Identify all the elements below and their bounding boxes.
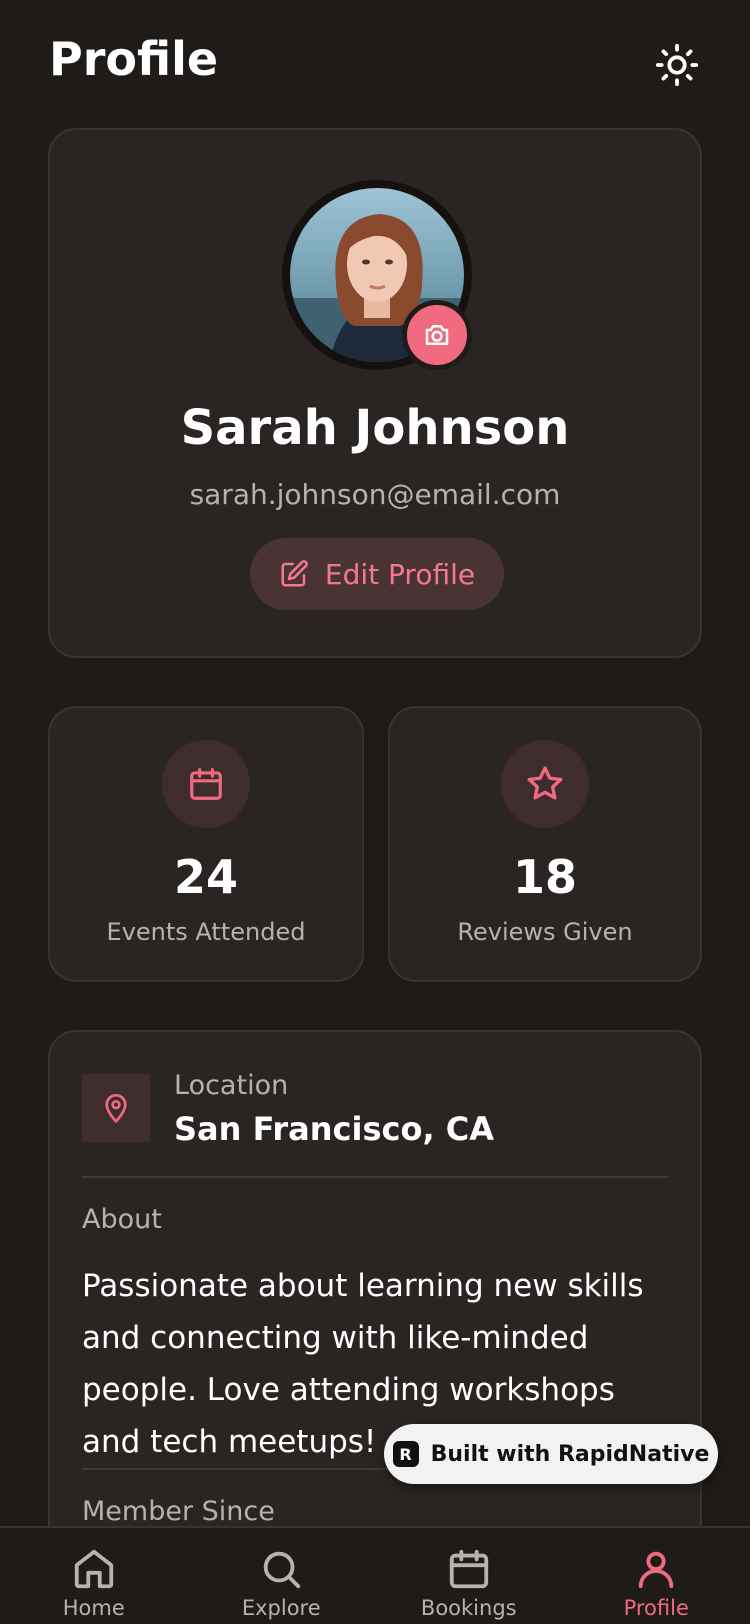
user-icon <box>639 1551 674 1589</box>
camera-icon <box>425 325 449 345</box>
nav-label: Profile <box>623 1596 689 1620</box>
nav-item-profile[interactable]: Profile <box>563 1528 750 1624</box>
badge-label: Built with RapidNative <box>430 1441 710 1467</box>
stat-label: Events Attended <box>106 918 306 946</box>
map-pin-icon <box>105 1094 127 1123</box>
divider <box>82 1176 668 1178</box>
edit-icon <box>281 560 308 587</box>
stat-value: 18 <box>512 850 577 904</box>
edit-profile-button[interactable]: Edit Profile <box>250 538 504 610</box>
calendar-icon <box>449 1549 488 1589</box>
change-photo-button[interactable] <box>402 300 472 370</box>
sun-icon <box>655 43 699 87</box>
profile-card: Sarah Johnson sarah.johnson@email.com Ed… <box>48 128 702 658</box>
nav-label: Explore <box>241 1596 321 1620</box>
rapidnative-logo-icon: R <box>392 1441 419 1467</box>
nav-label: Bookings <box>420 1596 517 1620</box>
location-label: Location <box>174 1070 289 1101</box>
stat-icon-wrap <box>501 740 589 828</box>
edit-profile-label: Edit Profile <box>324 557 476 591</box>
bottom-nav: Home Explore Bookings Profile <box>0 1526 750 1624</box>
page-title: Profile <box>49 32 219 86</box>
nav-label: Home <box>62 1596 125 1620</box>
stat-card-events: 24 Events Attended <box>48 706 364 982</box>
nav-item-explore[interactable]: Explore <box>188 1528 376 1624</box>
rapidnative-badge[interactable]: R Built with RapidNative <box>384 1424 718 1484</box>
nav-item-home[interactable]: Home <box>0 1528 188 1624</box>
user-email: sarah.johnson@email.com <box>189 478 561 511</box>
location-icon-wrap <box>82 1074 150 1142</box>
theme-toggle-button[interactable] <box>652 40 702 90</box>
calendar-icon <box>190 768 222 800</box>
stat-label: Reviews Given <box>457 918 633 946</box>
member-since-label: Member Since <box>82 1496 275 1527</box>
nav-item-bookings[interactable]: Bookings <box>375 1528 563 1624</box>
search-icon <box>264 1551 301 1589</box>
stat-card-reviews: 18 Reviews Given <box>388 706 702 982</box>
stat-value: 24 <box>173 850 238 904</box>
stat-icon-wrap <box>162 740 250 828</box>
about-label: About <box>82 1204 162 1235</box>
star-icon <box>527 766 563 800</box>
home-icon <box>74 1549 113 1589</box>
user-name: Sarah Johnson <box>180 400 570 456</box>
location-value: San Francisco, CA <box>174 1110 495 1148</box>
